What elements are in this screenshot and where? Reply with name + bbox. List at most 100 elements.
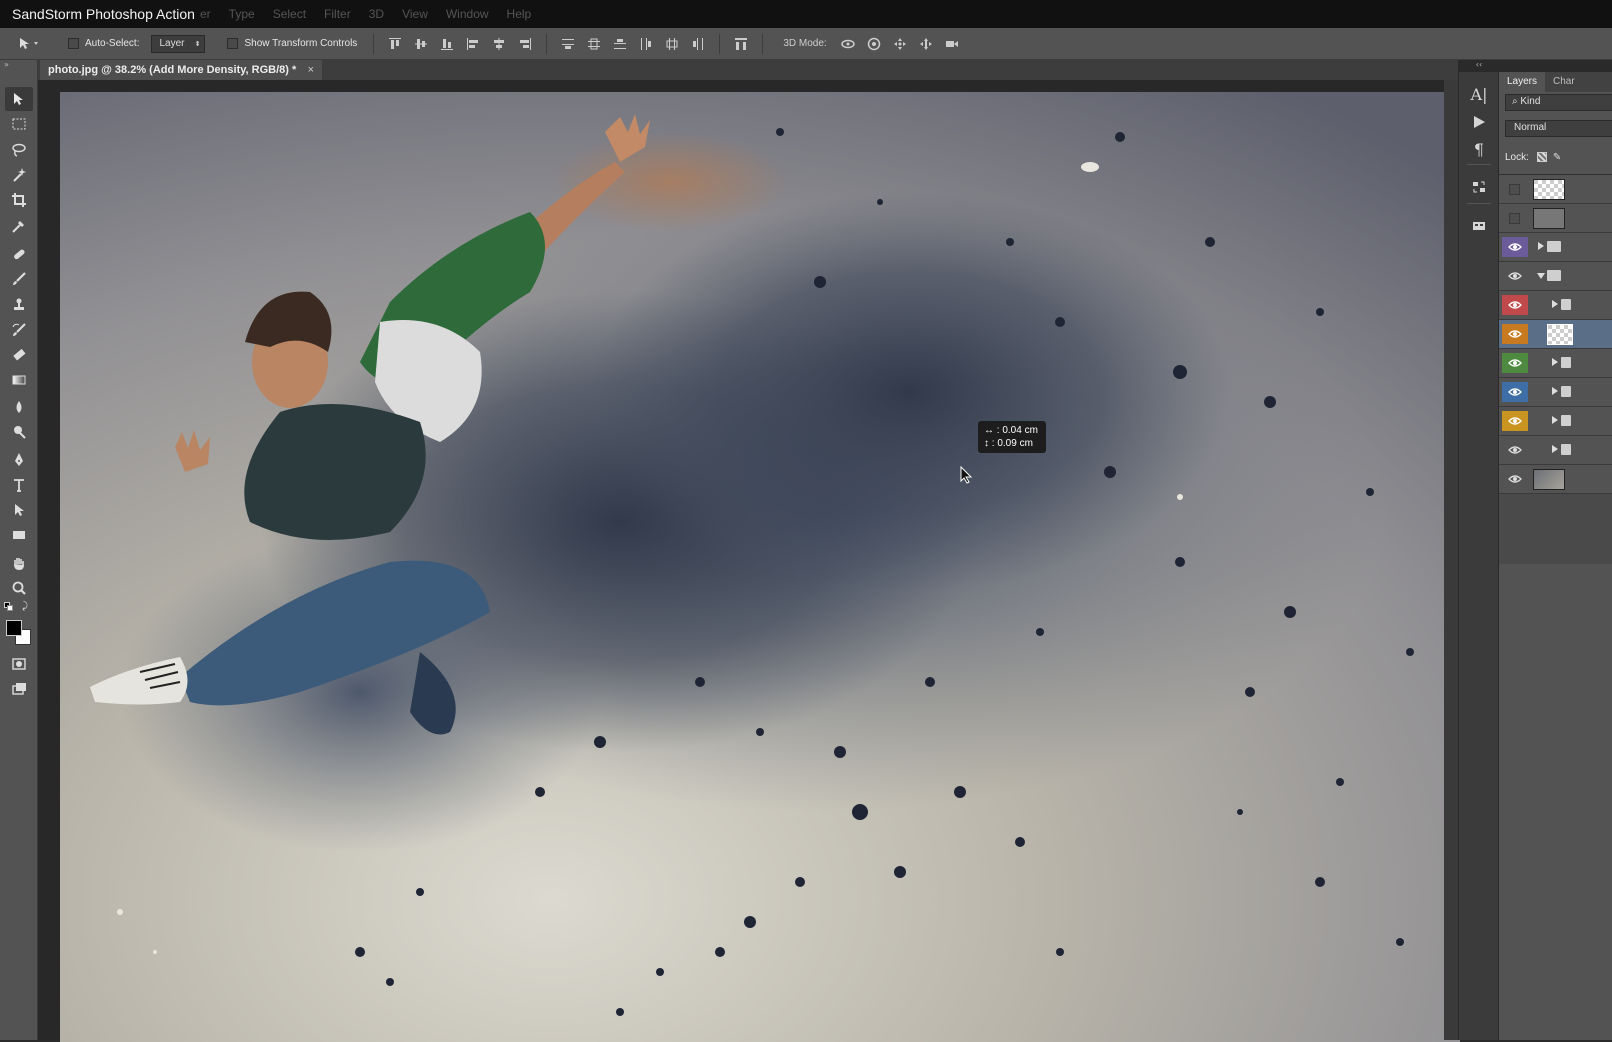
crop-tool[interactable] (5, 188, 33, 212)
clone-stamp-tool[interactable] (5, 293, 33, 317)
lasso-tool[interactable] (5, 138, 33, 162)
history-brush-tool[interactable] (5, 318, 33, 342)
menu-select[interactable]: Select (273, 7, 306, 21)
3d-roll-button[interactable] (861, 34, 887, 54)
collapse-tools-icon[interactable]: » (4, 60, 34, 72)
layer-row-selected[interactable] (1499, 320, 1612, 349)
rectangle-tool[interactable] (5, 523, 33, 547)
canvas-area[interactable]: ↔ : 0.04 cm ↕ : 0.09 cm (38, 80, 1460, 1042)
distribute-vcenter-button[interactable] (581, 34, 607, 54)
layer-row[interactable] (1499, 204, 1612, 233)
pen-tool[interactable] (5, 448, 33, 472)
expand-triangle-icon[interactable] (1537, 241, 1545, 251)
menu-type[interactable]: Type (229, 7, 255, 21)
layer-row[interactable] (1499, 378, 1612, 407)
document-tab[interactable]: photo.jpg @ 38.2% (Add More Density, RGB… (40, 60, 322, 80)
lock-image-pixels-icon[interactable]: ✎ (1553, 152, 1561, 163)
layer-row[interactable] (1499, 407, 1612, 436)
close-icon[interactable]: × (308, 64, 314, 76)
move-tool[interactable] (5, 87, 33, 111)
eye-icon[interactable] (1502, 411, 1528, 431)
layer-row[interactable] (1499, 349, 1612, 378)
distribute-top-button[interactable] (555, 34, 581, 54)
marquee-tool[interactable] (5, 112, 33, 136)
auto-select-checkbox[interactable] (68, 38, 79, 49)
expand-triangle-icon[interactable] (1551, 415, 1559, 425)
3d-slide-button[interactable] (913, 34, 939, 54)
blur-tool[interactable] (5, 395, 33, 419)
foreground-color-swatch[interactable] (6, 620, 22, 636)
paragraph-panel-button[interactable]: ¶ (1467, 137, 1491, 161)
menu-window[interactable]: Window (446, 7, 489, 21)
gradient-tool[interactable] (5, 368, 33, 392)
properties-panel-button[interactable] (1467, 214, 1491, 238)
align-vertical-centers-button[interactable] (408, 34, 434, 54)
align-right-edges-button[interactable] (512, 34, 538, 54)
eye-icon[interactable] (1502, 324, 1528, 344)
quick-mask-button[interactable] (5, 652, 33, 676)
eye-icon[interactable] (1502, 295, 1528, 315)
distribute-bottom-button[interactable] (607, 34, 633, 54)
3d-rotate-button[interactable] (835, 34, 861, 54)
swap-colors-icon[interactable]: ⤸ (22, 601, 28, 612)
adjustments-panel-button[interactable] (1467, 175, 1491, 199)
eraser-tool[interactable] (5, 343, 33, 367)
eye-icon[interactable] (1502, 469, 1528, 489)
3d-pan-button[interactable] (887, 34, 913, 54)
eye-icon[interactable] (1502, 353, 1528, 373)
eye-icon[interactable] (1502, 382, 1528, 402)
collapse-dock-icon[interactable]: ‹‹ (1459, 60, 1499, 72)
character-panel-button[interactable]: A| (1467, 82, 1491, 106)
layer-row[interactable] (1499, 233, 1612, 262)
distribute-hcenter-button[interactable] (659, 34, 685, 54)
magic-wand-tool[interactable] (5, 163, 33, 187)
zoom-tool[interactable] (5, 577, 33, 601)
collapse-triangle-icon[interactable] (1537, 270, 1545, 280)
eye-icon[interactable] (1502, 266, 1528, 286)
menu-view[interactable]: View (402, 7, 428, 21)
expand-triangle-icon[interactable] (1551, 386, 1559, 396)
layer-row[interactable] (1499, 465, 1612, 494)
hand-tool[interactable] (5, 552, 33, 576)
distribute-left-button[interactable] (633, 34, 659, 54)
menu-layer[interactable]: er (200, 7, 211, 21)
menu-3d[interactable]: 3D (369, 7, 384, 21)
align-horizontal-centers-button[interactable] (486, 34, 512, 54)
document-image[interactable] (60, 92, 1460, 1042)
healing-brush-tool[interactable] (5, 242, 33, 266)
expand-triangle-icon[interactable] (1551, 357, 1559, 367)
layer-row[interactable] (1499, 175, 1612, 204)
visibility-toggle[interactable] (1509, 184, 1520, 195)
3d-scale-button[interactable] (939, 34, 965, 54)
eye-icon[interactable] (1502, 440, 1528, 460)
blend-mode-dropdown[interactable]: Normal (1505, 120, 1612, 137)
expand-triangle-icon[interactable] (1551, 299, 1559, 309)
move-tool-preset-picker[interactable] (18, 32, 58, 56)
expand-triangle-icon[interactable] (1551, 444, 1559, 454)
auto-align-layers-button[interactable] (728, 34, 754, 54)
lock-transparent-pixels-icon[interactable] (1536, 152, 1547, 162)
screen-mode-button[interactable] (5, 677, 33, 701)
align-left-edges-button[interactable] (460, 34, 486, 54)
eyedropper-tool[interactable] (5, 214, 33, 238)
vertical-scrollbar[interactable] (1444, 80, 1458, 1040)
layer-row[interactable] (1499, 291, 1612, 320)
auto-select-dropdown[interactable]: Layer ⬍ (151, 34, 206, 53)
type-tool[interactable] (5, 473, 33, 497)
distribute-right-button[interactable] (685, 34, 711, 54)
tab-channels[interactable]: Char (1545, 72, 1583, 92)
visibility-toggle[interactable] (1509, 213, 1520, 224)
eye-icon[interactable] (1502, 237, 1528, 257)
menu-filter[interactable]: Filter (324, 7, 351, 21)
brush-tool[interactable] (5, 267, 33, 291)
align-top-edges-button[interactable] (382, 34, 408, 54)
path-selection-tool[interactable] (5, 498, 33, 522)
actions-panel-button[interactable] (1467, 110, 1491, 134)
layer-filter-kind[interactable]: ⌕ Kind (1505, 94, 1612, 111)
align-bottom-edges-button[interactable] (434, 34, 460, 54)
layer-row[interactable] (1499, 262, 1612, 291)
layer-row[interactable] (1499, 436, 1612, 465)
show-transform-checkbox[interactable] (227, 38, 239, 49)
default-colors-icon[interactable] (4, 602, 14, 612)
menu-help[interactable]: Help (507, 7, 532, 21)
